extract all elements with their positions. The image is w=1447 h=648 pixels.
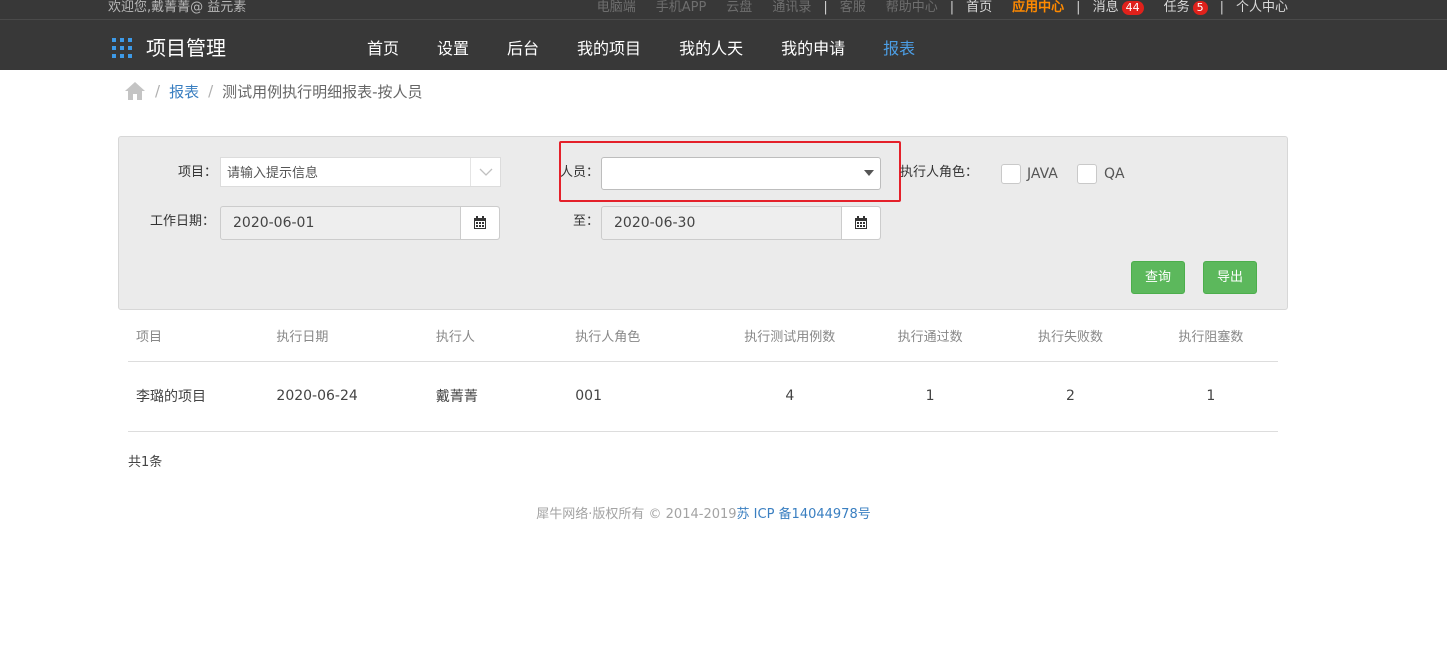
role-qa-label: QA: [1104, 166, 1125, 182]
cell-executor: 戴菁菁: [435, 361, 576, 432]
home-link[interactable]: 首页: [966, 0, 992, 16]
calendar-icon[interactable]: [460, 207, 499, 239]
main-nav: 首页 设置 后台 我的项目 我的人天 我的申请 报表: [348, 38, 934, 60]
personal-center-link[interactable]: 个人中心: [1236, 0, 1288, 16]
messages-count-badge: 44: [1121, 1, 1144, 15]
breadcrumb-separator: /: [208, 82, 214, 100]
tasks-link[interactable]: 任务 5: [1164, 0, 1208, 16]
highlight-box: [559, 141, 901, 202]
col-cases-executed: 执行测试用例数: [716, 310, 863, 362]
nav-backend[interactable]: 后台: [507, 38, 539, 60]
pc-link[interactable]: 电脑端: [597, 0, 636, 16]
filter-panel: 项目： 人员： 执行人角色： JAVA QA 工作日期： 2020-06-01 …: [118, 136, 1288, 310]
brand[interactable]: 项目管理: [112, 36, 226, 60]
link-separator: |: [949, 0, 955, 15]
total-count: 共1条: [128, 455, 163, 470]
mobile-app-link[interactable]: 手机APP: [656, 0, 707, 16]
chevron-down-icon[interactable]: [470, 158, 500, 186]
app-center-link[interactable]: 应用中心: [1012, 0, 1064, 16]
brand-title: 项目管理: [146, 36, 226, 60]
date-from-value: 2020-06-01: [233, 215, 315, 231]
link-separator: |: [1219, 0, 1224, 15]
breadcrumb-reports-link[interactable]: 报表: [169, 81, 199, 102]
footer: 犀牛网络·版权所有 © 2014-2019苏 ICP 备14044978号: [0, 506, 1407, 524]
cell-passed: 1: [862, 361, 998, 432]
service-link[interactable]: 客服: [840, 0, 866, 16]
col-failed: 执行失败数: [997, 310, 1144, 362]
messages-label: 消息: [1092, 0, 1119, 15]
col-project: 项目: [128, 310, 277, 362]
role-qa-checkbox[interactable]: [1077, 164, 1097, 184]
footer-icp-link[interactable]: 苏 ICP 备14044978号: [737, 507, 871, 522]
tasks-label: 任务: [1163, 0, 1190, 15]
date-to-label: 至：: [573, 214, 600, 229]
header-divider: [0, 19, 1447, 20]
project-label: 项目：: [178, 165, 218, 180]
project-input[interactable]: [227, 164, 467, 182]
tasks-count-badge: 5: [1192, 1, 1208, 15]
link-separator: |: [823, 0, 828, 15]
top-header: 欢迎您,戴菁菁@ 益元素 电脑端 手机APP 云盘 通讯录 | 客服 帮助中心 …: [0, 0, 1447, 70]
nav-settings[interactable]: 设置: [437, 38, 469, 60]
query-button[interactable]: 查询: [1131, 261, 1185, 294]
project-combobox[interactable]: [220, 157, 501, 187]
col-passed: 执行通过数: [862, 310, 998, 362]
breadcrumb-current: 测试用例执行明细报表-按人员: [222, 82, 423, 101]
role-java-label: JAVA: [1027, 166, 1058, 182]
nav-my-requests[interactable]: 我的申请: [781, 38, 845, 60]
home-icon[interactable]: [124, 81, 146, 101]
export-button[interactable]: 导出: [1203, 261, 1257, 294]
help-center-link[interactable]: 帮助中心: [886, 0, 938, 16]
messages-link[interactable]: 消息 44: [1093, 0, 1144, 16]
report-table: 项目 执行日期 执行人 执行人角色 执行测试用例数 执行通过数 执行失败数 执行…: [128, 310, 1278, 432]
cloud-link[interactable]: 云盘: [726, 0, 752, 16]
calendar-icon[interactable]: [841, 207, 880, 239]
col-blocked: 执行阻塞数: [1143, 310, 1278, 362]
cell-exec-date: 2020-06-24: [276, 361, 436, 432]
nav-reports[interactable]: 报表: [883, 38, 915, 60]
contacts-link[interactable]: 通讯录: [772, 0, 811, 16]
role-label: 执行人角色：: [900, 165, 979, 180]
work-date-label: 工作日期：: [150, 214, 216, 229]
nav-home[interactable]: 首页: [367, 38, 399, 60]
nav-my-projects[interactable]: 我的项目: [577, 38, 641, 60]
cell-cases-executed: 4: [716, 361, 863, 432]
date-to-value: 2020-06-30: [614, 215, 696, 231]
utility-links: 电脑端 手机APP 云盘 通讯录 | 客服 帮助中心 | 首页 应用中心 | 消…: [587, 0, 1298, 16]
breadcrumb-separator: /: [155, 82, 161, 100]
nav-my-man-days[interactable]: 我的人天: [679, 38, 743, 60]
date-to-field[interactable]: 2020-06-30: [601, 206, 881, 240]
cell-failed: 2: [997, 361, 1144, 432]
welcome-text: 欢迎您,戴菁菁@ 益元素: [108, 0, 247, 15]
utility-bar: 欢迎您,戴菁菁@ 益元素 电脑端 手机APP 云盘 通讯录 | 客服 帮助中心 …: [0, 0, 1447, 18]
date-from-field[interactable]: 2020-06-01: [220, 206, 500, 240]
cell-executor-role: 001: [575, 361, 717, 432]
table-row: 李璐的项目 2020-06-24 戴菁菁 001 4 1 2 1: [128, 361, 1278, 432]
col-executor: 执行人: [435, 310, 576, 362]
link-separator: |: [1076, 0, 1081, 15]
footer-copyright: 犀牛网络·版权所有 © 2014-2019: [536, 507, 737, 522]
cell-project: 李璐的项目: [128, 361, 277, 432]
table-header-row: 项目 执行日期 执行人 执行人角色 执行测试用例数 执行通过数 执行失败数 执行…: [128, 310, 1278, 362]
col-executor-role: 执行人角色: [575, 310, 717, 362]
role-java-checkbox[interactable]: [1001, 164, 1021, 184]
col-exec-date: 执行日期: [276, 310, 436, 362]
cell-blocked: 1: [1143, 361, 1278, 432]
app-grid-icon: [112, 38, 132, 58]
breadcrumb: / 报表 / 测试用例执行明细报表-按人员: [124, 80, 423, 102]
